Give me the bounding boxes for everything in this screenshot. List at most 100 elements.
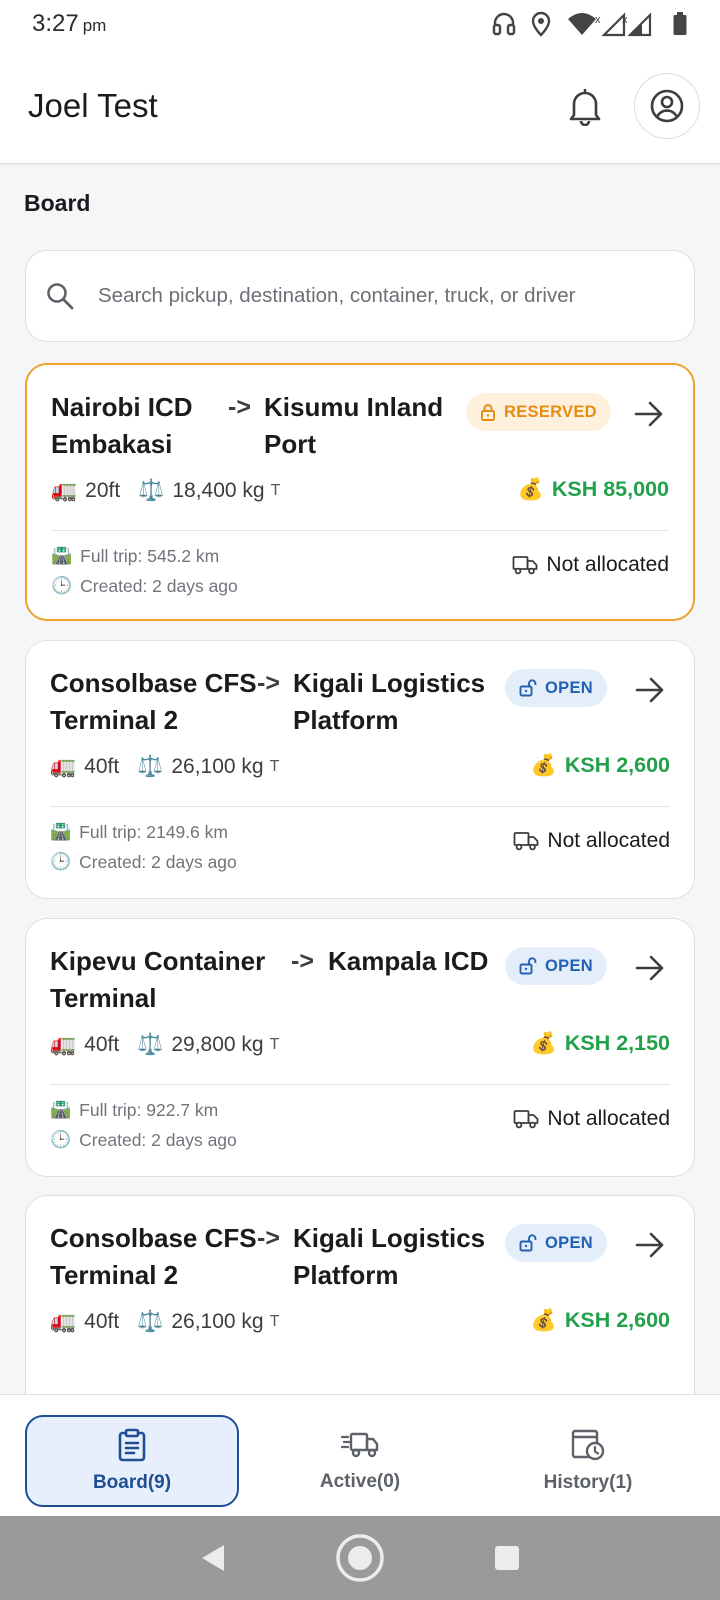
load-card[interactable]: Consolbase CFS Terminal 2 -> Kigali Logi… xyxy=(25,1195,695,1394)
route-arrow: -> xyxy=(257,1224,280,1252)
load-price: 💰 KSH 2,600 xyxy=(531,753,670,778)
weight-unit: T xyxy=(269,1036,280,1053)
load-price-value: KSH 2,600 xyxy=(564,753,670,777)
system-back-button[interactable] xyxy=(183,1528,243,1588)
scales-emoji-icon: ⚖️ xyxy=(137,1310,164,1333)
money-bag-emoji-icon: 💰 xyxy=(530,1031,557,1055)
system-recents-button[interactable] xyxy=(477,1528,537,1588)
profile-button[interactable] xyxy=(634,72,700,139)
money-bag-emoji-icon: 💰 xyxy=(530,1308,557,1332)
road-emoji-icon: 🛣️ xyxy=(50,1100,72,1119)
load-meta: 🛣️ Full trip: 545.2 km 🕒 Created: 2 days a… xyxy=(51,541,238,601)
clock-ampm: pm xyxy=(82,16,107,35)
cargo-weight: ⚖️ 26,100 kg T xyxy=(137,755,279,779)
created-time: 🕒 Created: 2 days ago xyxy=(50,847,237,877)
allocation-status: Not allocated xyxy=(513,829,670,853)
nav-active-tab[interactable]: Active(0) xyxy=(258,1415,462,1507)
trip-distance: 🛣️ Full trip: 545.2 km xyxy=(51,541,238,571)
route-arrow: -> xyxy=(291,947,314,975)
route-pickup: Consolbase CFS Terminal 2 xyxy=(50,668,257,735)
nav-history-tab[interactable]: History(1) xyxy=(478,1415,698,1507)
arrow-right-icon xyxy=(635,677,664,703)
account-circle-icon xyxy=(650,89,684,122)
status-bar: 3:27 pm xx xyxy=(0,0,720,48)
open-load-button[interactable] xyxy=(630,1225,670,1265)
container-size: 🚛 40ft xyxy=(50,755,119,779)
route-destination: Kigali Logistics Platform xyxy=(293,1223,486,1290)
container-size: 🚛 20ft xyxy=(51,479,120,503)
trip-distance-value: Full trip: 922.7 km xyxy=(79,1100,219,1120)
load-card[interactable]: Consolbase CFS Terminal 2 -> Kigali Logi… xyxy=(25,640,695,899)
load-specs: 🚛 40ft ⚖️ 29,800 kg T xyxy=(50,1033,297,1057)
money-bag-emoji-icon: 💰 xyxy=(530,753,557,777)
wifi-signal-icon: xx xyxy=(568,12,652,37)
open-load-button[interactable] xyxy=(630,948,670,988)
status-badge: RESERVED xyxy=(466,393,611,431)
section-title: Board xyxy=(24,190,91,216)
allocation-status-label: Not allocated xyxy=(547,829,670,852)
container-size-value: 20ft xyxy=(85,479,121,502)
created-time-value: Created: 2 days ago xyxy=(79,1130,237,1150)
open-load-button[interactable] xyxy=(629,394,669,434)
status-badge: OPEN xyxy=(505,1224,607,1262)
bell-icon xyxy=(569,88,601,126)
board-content: Board Nairobi ICD Embakasi -> Kisumu Inl… xyxy=(0,164,720,1394)
card-divider xyxy=(50,1084,670,1085)
container-size: 🚛 40ft xyxy=(50,1310,119,1334)
nav-history-label: History(1) xyxy=(543,1472,633,1493)
scales-emoji-icon: ⚖️ xyxy=(138,479,165,502)
trip-distance: 🛣️ Full trip: 922.7 km xyxy=(50,1095,237,1125)
status-badge-label: OPEN xyxy=(545,678,593,697)
nav-board-tab[interactable]: Board(9) xyxy=(25,1415,239,1507)
route-arrow: -> xyxy=(228,393,251,421)
notifications-button[interactable] xyxy=(556,77,614,135)
svg-text:x: x xyxy=(595,14,601,26)
load-price: 💰 KSH 2,150 xyxy=(531,1031,670,1056)
clock-emoji-icon: 🕒 xyxy=(50,1130,72,1149)
load-meta: 🛣️ Full trip: 922.7 km 🕒 Created: 2 days a… xyxy=(50,1095,237,1155)
scales-emoji-icon: ⚖️ xyxy=(137,1033,164,1056)
truck-emoji-icon: 🚛 xyxy=(50,1033,77,1056)
clock-emoji-icon: 🕒 xyxy=(50,852,72,871)
truck-emoji-icon: 🚛 xyxy=(50,1310,77,1333)
search-bar[interactable] xyxy=(25,250,695,342)
back-triangle-icon xyxy=(202,1545,225,1571)
route-pickup: Nairobi ICD Embakasi xyxy=(51,392,193,459)
load-price-value: KSH 2,600 xyxy=(564,1308,670,1332)
cargo-weight-value: 26,100 kg xyxy=(171,755,264,778)
open-load-button[interactable] xyxy=(630,670,670,710)
route-destination: Kigali Logistics Platform xyxy=(293,668,486,735)
created-time-value: Created: 2 days ago xyxy=(79,852,237,872)
system-home-button[interactable] xyxy=(330,1528,390,1588)
arrow-right-icon xyxy=(635,955,664,981)
recents-square-icon xyxy=(494,1546,519,1570)
load-specs: 🚛 20ft ⚖️ 18,400 kg T xyxy=(51,479,298,503)
allocation-status: Not allocated xyxy=(512,553,669,577)
container-size: 🚛 40ft xyxy=(50,1033,119,1057)
status-badge-label: RESERVED xyxy=(504,402,597,421)
trip-distance: 🛣️ Full trip: 2149.6 km xyxy=(50,817,237,847)
weight-unit: T xyxy=(270,482,281,499)
system-navigation-bar xyxy=(0,1516,720,1600)
cargo-weight-value: 29,800 kg xyxy=(171,1033,264,1056)
load-specs: 🚛 40ft ⚖️ 26,100 kg T xyxy=(50,1310,297,1334)
home-circle-icon xyxy=(336,1534,384,1582)
search-input[interactable] xyxy=(98,284,674,308)
load-meta: 🛣️ Full trip: 2149.6 km 🕒 Created: 2 days … xyxy=(50,817,237,877)
allocation-status: Not allocated xyxy=(513,1107,670,1131)
truck-outline-icon xyxy=(513,831,539,851)
battery-icon xyxy=(673,12,687,35)
status-badge: OPEN xyxy=(505,947,607,985)
cargo-weight: ⚖️ 26,100 kg T xyxy=(137,1310,279,1334)
search-icon xyxy=(46,282,74,310)
money-bag-emoji-icon: 💰 xyxy=(517,477,544,501)
nav-board-label: Board(9) xyxy=(92,1472,172,1493)
page-title: Joel Test xyxy=(28,86,158,124)
load-card[interactable]: Kipevu Container Terminal -> Kampala ICD… xyxy=(25,918,695,1177)
status-time: 3:27 pm xyxy=(32,10,106,38)
created-time: 🕒 Created: 2 days ago xyxy=(51,571,238,601)
load-card[interactable]: Nairobi ICD Embakasi -> Kisumu Inland Po… xyxy=(25,363,695,621)
app-actions xyxy=(556,72,700,139)
route-destination: Kisumu Inland Port xyxy=(264,392,444,459)
load-price-value: KSH 85,000 xyxy=(551,477,669,501)
